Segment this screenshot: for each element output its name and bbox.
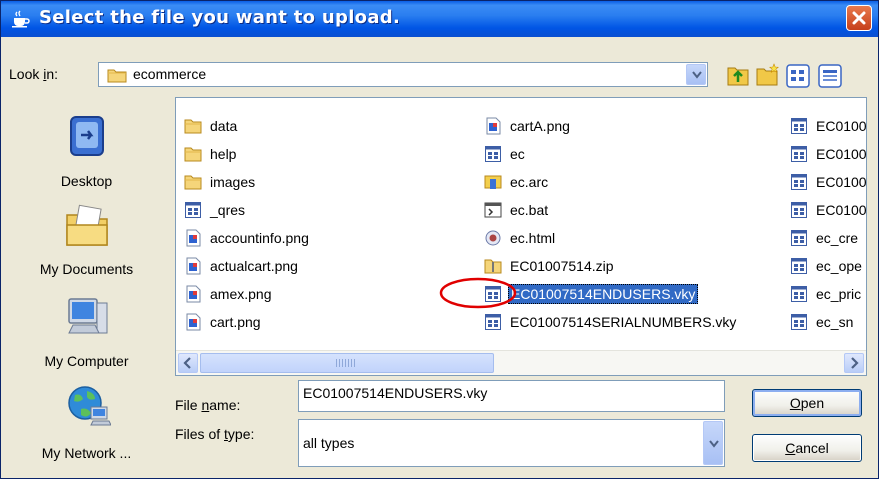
file-name: cartA.png bbox=[510, 118, 570, 134]
file-name: EC01007514SERIALNUMBERS.vky bbox=[510, 314, 737, 330]
folder-icon bbox=[107, 69, 127, 83]
chevron-down-icon bbox=[709, 440, 719, 448]
generic-file-icon bbox=[790, 313, 808, 331]
place-label: Desktop bbox=[60, 173, 113, 189]
file-name: ec_cre bbox=[816, 230, 859, 246]
close-button[interactable] bbox=[846, 5, 872, 31]
image-file-icon bbox=[184, 313, 202, 331]
batch-file-icon bbox=[484, 201, 502, 219]
file-list[interactable]: data help images _qres accountinfo.png actual… bbox=[175, 97, 867, 376]
files-of-type-dropdown-arrow[interactable] bbox=[703, 421, 723, 465]
file-name: ec.arc bbox=[510, 174, 549, 190]
scroll-right-button[interactable] bbox=[844, 353, 864, 373]
file-name: EC0100 bbox=[816, 202, 867, 218]
place-my-network[interactable]: My Network ... bbox=[9, 383, 164, 461]
generic-file-icon bbox=[790, 229, 808, 247]
file-name: ec_ope bbox=[816, 258, 862, 274]
image-file-icon bbox=[184, 229, 202, 247]
file-name: _qres bbox=[210, 202, 246, 218]
image-file-icon bbox=[184, 257, 202, 275]
html-file-icon bbox=[484, 229, 502, 247]
scroll-thumb[interactable] bbox=[200, 353, 494, 373]
file-name-value: EC01007514ENDUSERS.vky bbox=[303, 385, 488, 401]
chevron-down-icon bbox=[692, 71, 702, 79]
generic-file-icon bbox=[790, 285, 808, 303]
new-folder-icon[interactable] bbox=[756, 63, 780, 87]
image-file-icon bbox=[484, 117, 502, 135]
title-bar[interactable]: Select the file you want to upload. bbox=[1, 1, 878, 37]
file-name: EC0100 bbox=[816, 118, 867, 134]
file-name: EC0100 bbox=[816, 146, 867, 162]
place-my-computer[interactable]: My Computer bbox=[9, 295, 164, 369]
generic-file-icon bbox=[790, 173, 808, 191]
dialog-title: Select the file you want to upload. bbox=[39, 7, 401, 28]
generic-file-icon bbox=[790, 145, 808, 163]
list-view-icon[interactable] bbox=[786, 64, 810, 88]
cancel-button[interactable]: Cancel bbox=[752, 434, 862, 462]
file-name: amex.png bbox=[210, 286, 272, 302]
place-my-documents[interactable]: My Documents bbox=[9, 201, 164, 277]
file-name: ec bbox=[510, 146, 525, 162]
look-in-value: ecommerce bbox=[133, 66, 207, 82]
generic-file-icon bbox=[184, 201, 202, 219]
generic-file-icon bbox=[790, 257, 808, 275]
close-icon bbox=[852, 11, 866, 25]
file-name: accountinfo.png bbox=[210, 230, 309, 246]
generic-file-icon bbox=[484, 313, 502, 331]
file-name: ec_pric bbox=[816, 286, 862, 302]
scroll-grip bbox=[336, 359, 356, 367]
file-name: ec.bat bbox=[510, 202, 549, 218]
archive-file-icon bbox=[484, 173, 502, 191]
file-name: images bbox=[210, 174, 256, 190]
generic-file-icon bbox=[790, 117, 808, 135]
file-name-input[interactable]: EC01007514ENDUSERS.vky bbox=[298, 380, 725, 412]
file-upload-dialog: Select the file you want to upload. Look… bbox=[0, 0, 879, 479]
java-coffee-icon bbox=[12, 10, 30, 28]
horizontal-scrollbar[interactable] bbox=[176, 350, 866, 375]
file-name: EC0100 bbox=[816, 174, 867, 190]
file-name: ec.html bbox=[510, 230, 556, 246]
open-button[interactable]: Open bbox=[752, 389, 862, 417]
desktop-icon bbox=[69, 116, 104, 156]
file-name: ec_sn bbox=[816, 314, 854, 330]
file-name: actualcart.png bbox=[210, 258, 298, 274]
files-of-type-label: Files of type: bbox=[175, 426, 255, 442]
files-of-type-value: all types bbox=[303, 435, 355, 451]
folder-icon bbox=[184, 145, 202, 163]
generic-file-icon bbox=[790, 201, 808, 219]
details-view-icon[interactable] bbox=[818, 64, 842, 88]
folder-icon bbox=[184, 173, 202, 191]
file-name: EC01007514ENDUSERS.vky bbox=[508, 284, 699, 304]
look-in-dropdown-arrow[interactable] bbox=[686, 64, 706, 85]
place-desktop[interactable]: Desktop bbox=[9, 111, 164, 189]
folder-icon bbox=[184, 117, 202, 135]
place-label: My Network ... bbox=[41, 445, 132, 461]
image-file-icon bbox=[184, 285, 202, 303]
file-name: EC01007514.zip bbox=[510, 258, 614, 274]
my-documents-icon bbox=[65, 204, 108, 246]
look-in-label: Look in: bbox=[9, 66, 59, 82]
file-name-label: File name: bbox=[175, 397, 241, 413]
chevron-left-icon bbox=[183, 357, 191, 369]
my-network-icon bbox=[67, 386, 111, 426]
file-name: cart.png bbox=[210, 314, 261, 330]
file-name: help bbox=[210, 146, 237, 162]
file-name: data bbox=[210, 118, 238, 134]
place-label: My Documents bbox=[39, 261, 134, 277]
zip-file-icon bbox=[484, 257, 502, 275]
place-label: My Computer bbox=[44, 353, 129, 369]
generic-file-icon bbox=[484, 145, 502, 163]
my-computer-icon bbox=[67, 298, 107, 334]
scroll-left-button[interactable] bbox=[178, 353, 198, 373]
places-bar: Desktop My Documents My Computer My Netw… bbox=[9, 97, 164, 473]
look-in-dropdown[interactable]: ecommerce bbox=[98, 62, 708, 87]
up-one-level-icon[interactable] bbox=[726, 63, 750, 87]
chevron-right-icon bbox=[851, 357, 859, 369]
files-of-type-dropdown[interactable]: all types bbox=[298, 419, 725, 467]
highlight-circle bbox=[439, 277, 517, 309]
